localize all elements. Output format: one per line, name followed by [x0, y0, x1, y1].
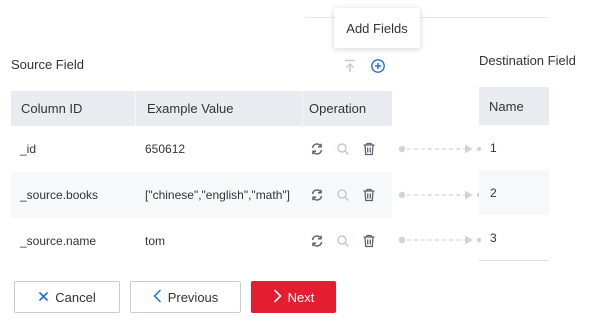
column-id-cell: _source.books: [20, 188, 99, 202]
previous-label: Previous: [167, 289, 219, 305]
example-value-header: Example Value: [136, 91, 303, 126]
next-button[interactable]: Next: [251, 281, 336, 313]
search-icon[interactable]: [335, 233, 351, 249]
destination-row: 2: [479, 170, 549, 215]
example-value-cell: 650612: [145, 142, 186, 156]
trash-icon[interactable]: [361, 233, 377, 249]
destination-field-table: Name 1 2 3: [479, 87, 549, 261]
next-label: Next: [287, 289, 315, 305]
exchange-icon[interactable]: [309, 187, 325, 203]
name-header: Name: [479, 87, 549, 125]
table-row: _id 650612: [11, 126, 392, 172]
mapping-connector: [398, 235, 482, 245]
cancel-button[interactable]: Cancel: [14, 281, 120, 313]
cancel-label: Cancel: [55, 289, 96, 305]
previous-button[interactable]: Previous: [130, 281, 241, 313]
column-id-cell: _source.name: [20, 234, 97, 248]
destination-row: 1: [490, 140, 497, 155]
column-id-header: Column ID: [11, 91, 136, 126]
table-header: Column ID Example Value Operation: [11, 91, 392, 126]
trash-icon[interactable]: [361, 141, 377, 157]
example-value-cell: tom: [145, 234, 166, 248]
table-row: _source.name tom: [11, 218, 392, 264]
source-field-table: Column ID Example Value Operation _id 65…: [11, 91, 392, 264]
example-value-cell: ["chinese","english","math"]: [145, 188, 290, 202]
operation-header: Operation: [309, 101, 367, 116]
add-fields-tooltip: Add Fields: [334, 8, 420, 48]
exchange-icon[interactable]: [309, 233, 325, 249]
table-divider: [479, 260, 549, 261]
tooltip-text: Add Fields: [346, 20, 408, 36]
destination-row: 3: [490, 230, 497, 245]
operation-cell: [303, 187, 392, 203]
trash-icon[interactable]: [361, 187, 377, 203]
exchange-icon[interactable]: [309, 141, 325, 157]
search-icon[interactable]: [335, 141, 351, 157]
add-field-icon[interactable]: [370, 58, 386, 74]
destination-field-title: Destination Field: [479, 53, 576, 68]
chevron-left-icon: [153, 288, 162, 306]
mapping-connector: [398, 190, 482, 200]
search-icon[interactable]: [335, 187, 351, 203]
close-icon: [38, 290, 49, 305]
move-to-top-icon[interactable]: [342, 58, 358, 74]
source-field-title: Source Field: [11, 57, 84, 72]
column-id-cell: _id: [20, 142, 37, 156]
mapping-connector: [398, 144, 482, 154]
chevron-right-icon: [273, 288, 282, 306]
operation-cell: [303, 141, 392, 157]
operation-cell: [303, 233, 392, 249]
table-row: _source.books ["chinese","english","math…: [11, 172, 392, 218]
